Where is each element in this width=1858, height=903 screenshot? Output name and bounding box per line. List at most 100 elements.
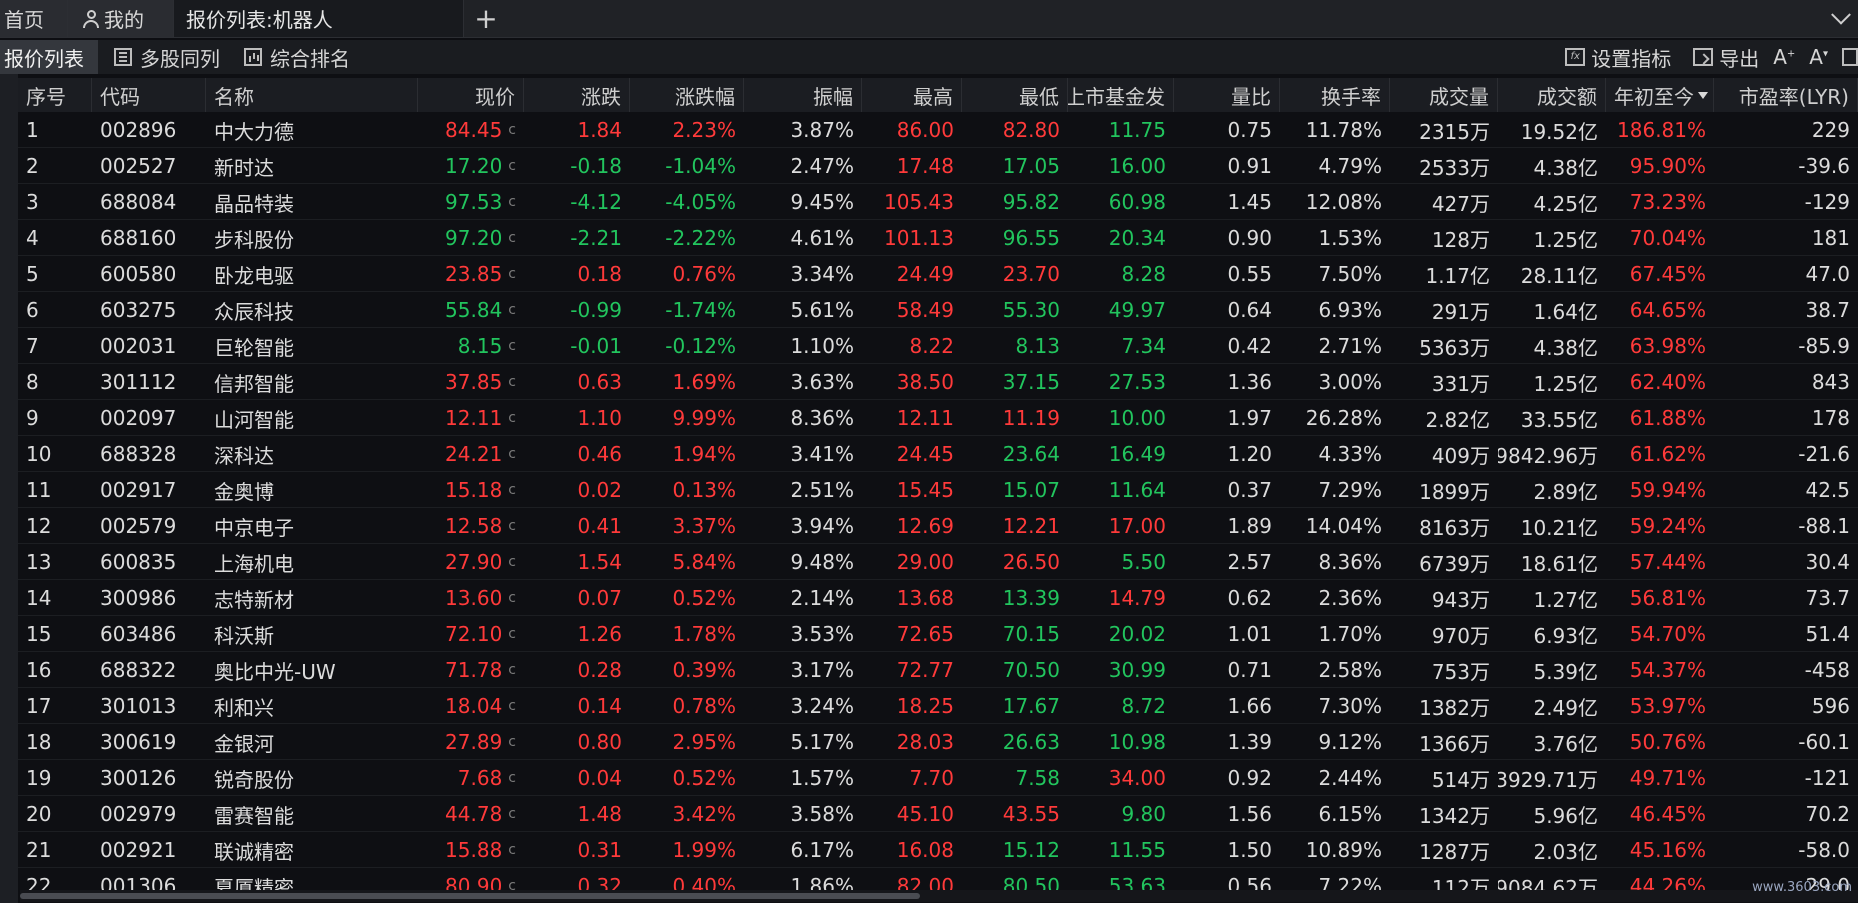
- tab-quote-list-robot[interactable]: 报价列表:机器人: [174, 0, 464, 37]
- cell-vol: 1366万: [1390, 724, 1498, 760]
- cell-fund-value: 11.64: [1108, 478, 1166, 502]
- plus-icon: +: [474, 2, 498, 35]
- subtab-quote-list[interactable]: 报价列表: [0, 40, 98, 74]
- table-row[interactable]: 9 002097 山河智能 12.11 c 1.10 9.99% 8.36% 12.11 11.1…: [18, 400, 1858, 436]
- table-row[interactable]: 20 002979 雷赛智能 44.78 c 1.48 3.42% 3.58% 45.10 43.…: [18, 796, 1858, 832]
- export-button[interactable]: 导出: [1693, 43, 1759, 72]
- cell-pe: 178: [1714, 400, 1858, 436]
- cell-amt-value: 18.61亿: [1520, 551, 1598, 576]
- add-tab-button[interactable]: +: [464, 0, 508, 37]
- cell-chg-value: -4.12: [570, 190, 622, 214]
- cell-pct-value: 0.76%: [672, 262, 736, 286]
- cell-amt-value: 9842.96万: [1498, 443, 1598, 468]
- table-row[interactable]: 1 002896 中大力德 84.45 c 1.84 2.23% 3.87% 86.00 82.8…: [18, 112, 1858, 148]
- table-row[interactable]: 18 300619 金银河 27.89 c 0.80 2.95% 5.17% 28.03 26.6…: [18, 724, 1858, 760]
- cell-pe-value: -85.9: [1798, 334, 1850, 358]
- more-icon[interactable]: [1842, 48, 1858, 66]
- price-marker: c: [508, 446, 516, 462]
- table-row[interactable]: 2 002527 新时达 17.20 c -0.18 -1.04% 2.47% 17.48 17.…: [18, 148, 1858, 184]
- table-row[interactable]: 6 603275 众辰科技 55.84 c -0.99 -1.74% 5.61% 58.49 55…: [18, 292, 1858, 328]
- cell-ytd-value: 54.70%: [1629, 622, 1706, 646]
- table-row[interactable]: 14 300986 志特新材 13.60 c 0.07 0.52% 2.14% 13.68 13.…: [18, 580, 1858, 616]
- table-row[interactable]: 13 600835 上海机电 27.90 c 1.54 5.84% 9.48% 29.00 26.…: [18, 544, 1858, 580]
- table-row[interactable]: 4 688160 步科股份 97.20 c -2.21 -2.22% 4.61% 101.13 9…: [18, 220, 1858, 256]
- table-row[interactable]: 10 688328 深科达 24.21 c 0.46 1.94% 3.41% 24.45 23.6…: [18, 436, 1858, 472]
- column-header-2[interactable]: 名称: [206, 78, 418, 112]
- sort-desc-icon: [1698, 91, 1708, 99]
- cell-chg-value: -0.99: [570, 298, 622, 322]
- cell-pct-value: 2.95%: [672, 730, 736, 754]
- column-header-label: 序号: [26, 84, 66, 109]
- subtab-multi-stock[interactable]: 多股同列: [98, 40, 228, 74]
- cell-low-value: 15.07: [1002, 478, 1060, 502]
- table-row[interactable]: 8 301112 信邦智能 37.85 c 0.63 1.69% 3.63% 38.50 37.1…: [18, 364, 1858, 400]
- cell-code: 002921: [92, 832, 206, 868]
- cell-low-value: 95.82: [1002, 190, 1060, 214]
- column-header-12[interactable]: 成交量: [1390, 78, 1498, 112]
- cell-low: 17.05: [962, 148, 1068, 184]
- cell-idx-value: 2: [26, 154, 39, 178]
- table-row[interactable]: 19 300126 锐奇股份 7.68 c 0.04 0.52% 1.57% 7.70 7.58 3…: [18, 760, 1858, 796]
- scrollbar-thumb[interactable]: [20, 893, 920, 899]
- cell-chg: 0.63: [524, 364, 630, 400]
- cell-chg-value: 1.10: [577, 406, 622, 430]
- cell-high-value: 12.11: [896, 406, 954, 430]
- cell-high-value: 18.25: [896, 694, 954, 718]
- cell-vol-value: 1.17亿: [1425, 263, 1490, 288]
- set-indicator-button[interactable]: fx 设置指标: [1565, 43, 1671, 72]
- cell-turn: 6.15%: [1280, 796, 1390, 832]
- price-marker: c: [508, 770, 516, 786]
- cell-vol-value: 331万: [1431, 371, 1490, 396]
- column-header-11[interactable]: 换手率: [1280, 78, 1390, 112]
- column-header-5[interactable]: 涨跌幅: [630, 78, 744, 112]
- column-header-3[interactable]: 现价: [418, 78, 524, 112]
- column-header-9[interactable]: 上市基金发: [1068, 78, 1174, 112]
- cell-low-value: 7.58: [1015, 766, 1060, 790]
- column-header-6[interactable]: 振幅: [744, 78, 862, 112]
- subtab-ranking[interactable]: 综合排名: [228, 40, 358, 74]
- column-header-7[interactable]: 最高: [862, 78, 962, 112]
- tab-home[interactable]: 首页: [0, 0, 68, 37]
- table-row[interactable]: 7 002031 巨轮智能 8.15 c -0.01 -0.12% 1.10% 8.22 8.13…: [18, 328, 1858, 364]
- cell-high: 16.08: [862, 832, 962, 868]
- table-row[interactable]: 5 600580 卧龙电驱 23.85 c 0.18 0.76% 3.34% 24.49 23.7…: [18, 256, 1858, 292]
- cell-low: 17.67: [962, 688, 1068, 724]
- table-row[interactable]: 3 688084 晶品特装 97.53 c -4.12 -4.05% 9.45% 105.43 9…: [18, 184, 1858, 220]
- cell-amp-value: 9.45%: [790, 190, 854, 214]
- cell-fund: 8.72: [1068, 688, 1174, 724]
- cell-pe-value: -39.6: [1798, 154, 1850, 178]
- cell-vol-value: 1382万: [1419, 695, 1490, 720]
- table-row[interactable]: 16 688322 奥比中光-UW 71.78 c 0.28 0.39% 3.17% 72.77…: [18, 652, 1858, 688]
- tab-mine[interactable]: 我的: [68, 0, 174, 37]
- cell-price-value: 44.78: [445, 802, 503, 826]
- column-header-label: 成交量: [1429, 84, 1489, 109]
- tab-menu-button[interactable]: [1824, 0, 1858, 37]
- cell-chg: 0.31: [524, 832, 630, 868]
- table-row[interactable]: 11 002917 金奥博 15.18 c 0.02 0.13% 2.51% 15.45 15.0…: [18, 472, 1858, 508]
- font-increase-button[interactable]: A+: [1773, 45, 1795, 69]
- cell-turn-value: 10.89%: [1305, 838, 1382, 862]
- cell-chg: 0.02: [524, 472, 630, 508]
- cell-vol: 5363万: [1390, 328, 1498, 364]
- column-header-13[interactable]: 成交额: [1498, 78, 1606, 112]
- column-header-1[interactable]: 代码: [92, 78, 206, 112]
- column-header-15[interactable]: 市盈率(LYR): [1714, 78, 1858, 112]
- column-header-14[interactable]: 年初至今: [1606, 78, 1714, 112]
- column-header-0[interactable]: 序号: [18, 78, 92, 112]
- cell-amp-value: 3.41%: [790, 442, 854, 466]
- font-decrease-button[interactable]: A▾: [1809, 45, 1828, 69]
- column-header-8[interactable]: 最低: [962, 78, 1068, 112]
- table-row[interactable]: 15 603486 科沃斯 72.10 c 1.26 1.78% 3.53% 72.65 70.1…: [18, 616, 1858, 652]
- cell-low: 26.50: [962, 544, 1068, 580]
- table-row[interactable]: 17 301013 利和兴 18.04 c 0.14 0.78% 3.24% 18.25 17.6…: [18, 688, 1858, 724]
- cell-low-value: 26.50: [1002, 550, 1060, 574]
- cell-amp: 3.41%: [744, 436, 862, 472]
- horizontal-scrollbar[interactable]: [20, 890, 1858, 902]
- table-row[interactable]: 21 002921 联诚精密 15.88 c 0.31 1.99% 6.17% 16.08 15.…: [18, 832, 1858, 868]
- cell-chg: 0.46: [524, 436, 630, 472]
- column-header-4[interactable]: 涨跌: [524, 78, 630, 112]
- column-header-10[interactable]: 量比: [1174, 78, 1280, 112]
- cell-high: 28.03: [862, 724, 962, 760]
- table-row[interactable]: 12 002579 中京电子 12.58 c 0.41 3.37% 3.94% 12.69 12.…: [18, 508, 1858, 544]
- cell-amt-value: 6.93亿: [1533, 623, 1598, 648]
